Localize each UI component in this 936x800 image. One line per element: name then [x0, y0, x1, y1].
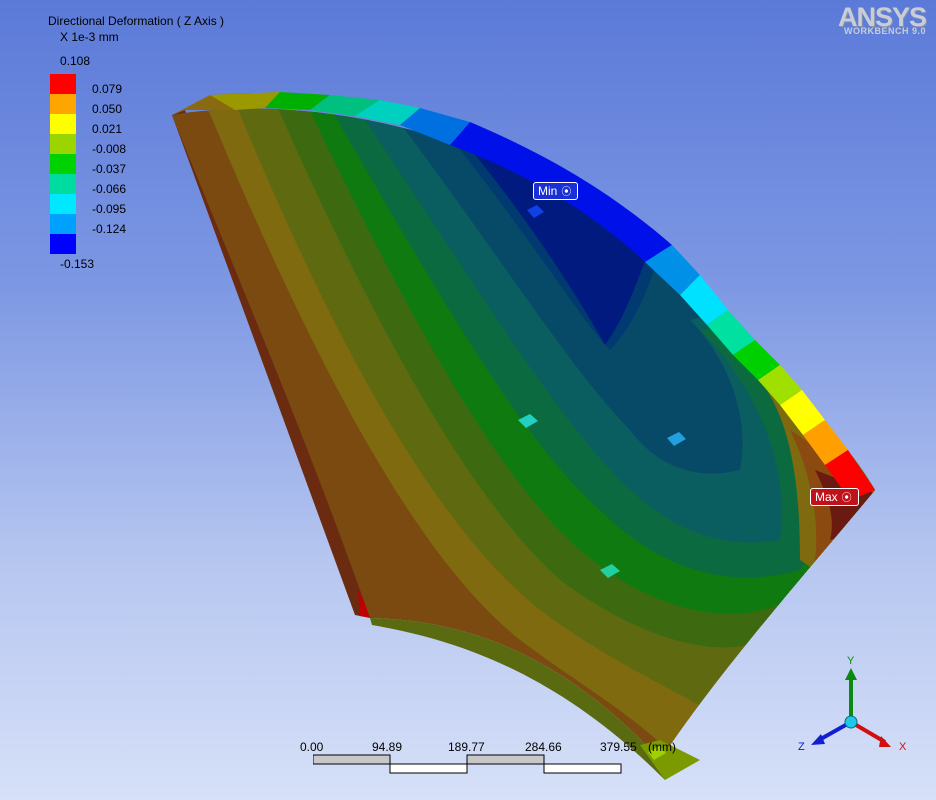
triad-y-label: Y [847, 655, 855, 667]
legend-value: -0.066 [92, 182, 127, 196]
legend-value: -0.037 [92, 162, 127, 176]
min-probe-label[interactable]: Min ⦿ [533, 182, 579, 200]
graphics-viewport[interactable]: Directional Deformation ( Z Axis ) X 1e-… [0, 0, 936, 800]
scale-tick-label: 189.77 [448, 740, 485, 754]
legend-swatch [50, 194, 76, 214]
scale-bar: 0.00 94.89 189.77 284.66 379.55 (mm) [300, 740, 676, 780]
legend-max-value: 0.108 [60, 54, 91, 68]
axes-triad[interactable]: Y X Z [795, 650, 915, 760]
legend-value: 0.079 [92, 82, 123, 96]
legend-value: -0.124 [92, 222, 127, 236]
triad-z-label: Z [798, 741, 805, 753]
legend-swatch [50, 234, 76, 254]
triad-x-label: X [899, 741, 907, 753]
legend-swatch [50, 74, 76, 94]
probe-pin-icon: ⦿ [841, 493, 852, 504]
legend-swatch [50, 94, 76, 114]
scale-tick-label: 94.89 [372, 740, 403, 754]
max-probe-text: Max [815, 490, 838, 504]
max-probe-label[interactable]: Max ⦿ [810, 488, 859, 506]
result-units: X 1e-3 mm [60, 30, 119, 44]
min-probe-text: Min [538, 184, 558, 198]
legend-swatch [50, 154, 76, 174]
legend-swatch [50, 134, 76, 154]
scale-unit-label: (mm) [648, 740, 676, 754]
scale-tick-label: 379.55 [600, 740, 637, 754]
result-title: Directional Deformation ( Z Axis ) [48, 14, 225, 28]
legend-min-value: -0.153 [60, 257, 95, 271]
scale-tick-label: 284.66 [525, 740, 562, 754]
scale-bar-graphic [313, 754, 622, 774]
scale-tick-label: 0.00 [300, 740, 324, 754]
legend-swatch [50, 114, 76, 134]
probe-pin-icon: ⦿ [561, 187, 572, 198]
legend-swatch [50, 214, 76, 234]
legend-value: -0.008 [92, 142, 127, 156]
ansys-logo-subtitle: WORKBENCH 9.0 [843, 26, 926, 36]
legend-swatch [50, 174, 76, 194]
legend-value: 0.021 [92, 122, 123, 136]
legend-value: -0.095 [92, 202, 127, 216]
legend-value: 0.050 [92, 102, 123, 116]
